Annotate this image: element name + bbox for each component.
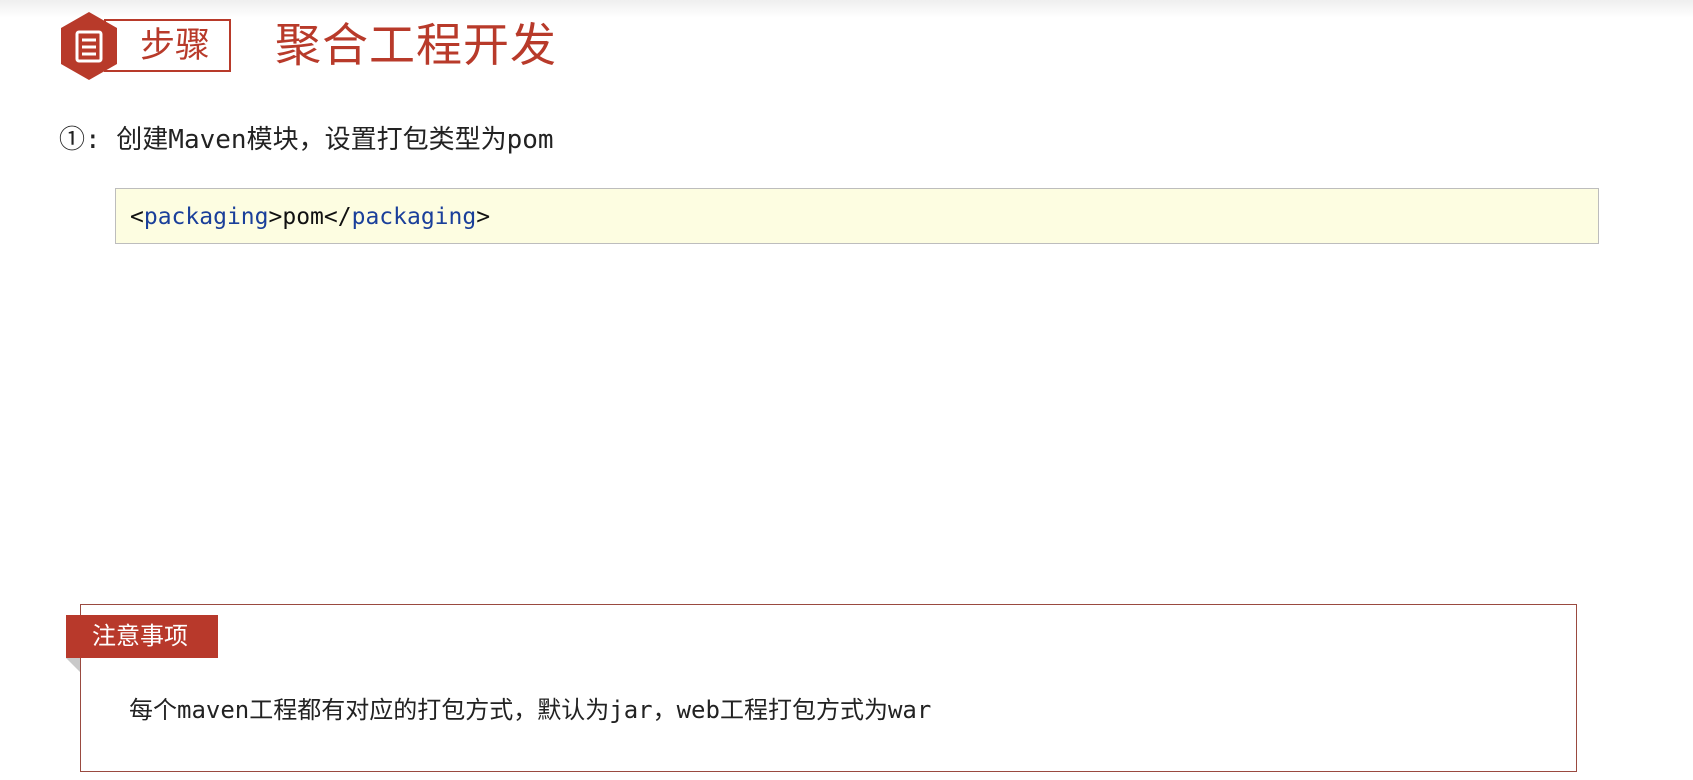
- code-close-gt: >: [476, 204, 491, 230]
- note-box: [80, 604, 1577, 772]
- document-icon: [61, 12, 117, 80]
- code-close-lt: </: [323, 204, 352, 230]
- note-tab-fold: [66, 658, 80, 672]
- code-open-lt: <: [130, 204, 144, 230]
- step-instruction: ①: 创建Maven模块，设置打包类型为pom: [59, 125, 554, 155]
- code-block: <packaging>pom</packaging>: [115, 188, 1599, 244]
- note-tab-label: 注意事项: [92, 622, 188, 650]
- page-title: 聚合工程开发: [275, 18, 557, 72]
- code-value: pom: [282, 204, 324, 230]
- code-open-gt: >: [268, 204, 283, 230]
- code-close-tag: packaging: [351, 204, 477, 230]
- code-open-tag: packaging: [143, 204, 269, 230]
- note-text: 每个maven工程都有对应的打包方式，默认为jar，web工程打包方式为war: [129, 696, 932, 724]
- badge-label: 步骤: [140, 26, 211, 66]
- top-shade: [0, 0, 1693, 18]
- code-line: <packaging>pom</packaging>: [130, 197, 490, 237]
